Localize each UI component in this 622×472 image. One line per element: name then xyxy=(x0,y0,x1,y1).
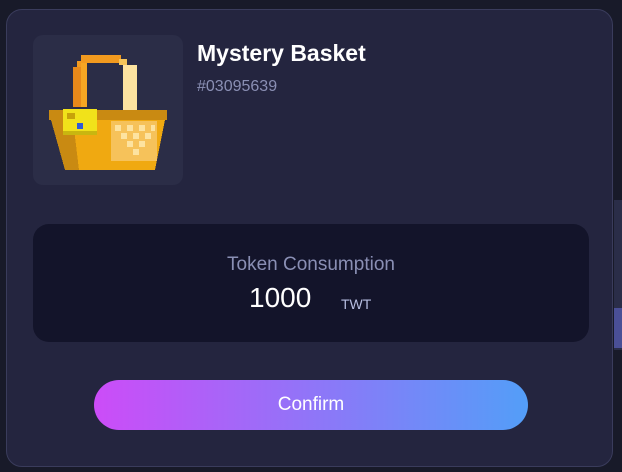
purchase-dialog: Mystery Basket #03095639 Token Consumpti… xyxy=(6,9,613,467)
background-button-edge xyxy=(614,308,622,348)
item-title: Mystery Basket xyxy=(197,40,366,66)
token-unit: TWT xyxy=(341,296,372,312)
token-consumption-label: Token Consumption xyxy=(227,254,395,275)
token-amount: 1000 xyxy=(249,282,312,313)
item-serial-number: #03095639 xyxy=(197,78,278,95)
basket-icon xyxy=(49,55,167,170)
item-thumbnail xyxy=(33,35,183,185)
confirm-button[interactable]: Confirm xyxy=(94,380,528,430)
token-consumption-panel: Token Consumption 1000 TWT xyxy=(33,224,589,342)
